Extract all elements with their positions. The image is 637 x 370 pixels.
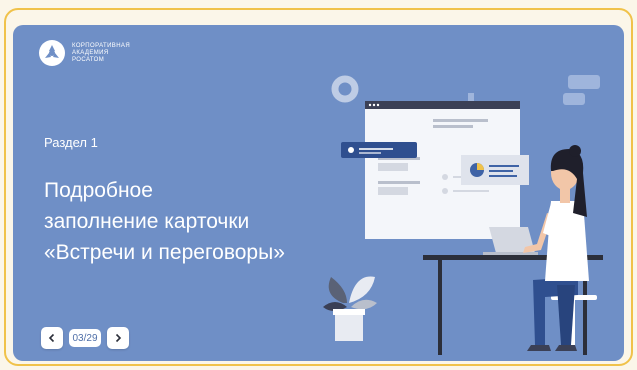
decor-chip <box>568 75 600 89</box>
illustration <box>323 75 603 355</box>
academy-logo: КОРПОРАТИВНАЯ АКАДЕМИЯ РОСАТОМ <box>39 40 130 66</box>
logo-line-3: РОСАТОМ <box>72 56 105 63</box>
rosatom-logo-icon <box>39 40 65 66</box>
popup-card-illustration <box>341 142 417 158</box>
course-slide: КОРПОРАТИВНАЯ АКАДЕМИЯ РОСАТОМ Раздел 1 … <box>13 25 624 361</box>
logo-line-1: КОРПОРАТИВНАЯ <box>72 42 131 49</box>
next-slide-button[interactable] <box>107 327 129 349</box>
decor-chip <box>563 93 585 105</box>
logo-line-2: АКАДЕМИЯ <box>72 49 109 56</box>
chevron-left-icon <box>48 333 55 343</box>
page-indicator: 03/29 <box>69 329 101 347</box>
logo-text: КОРПОРАТИВНАЯ АКАДЕМИЯ РОСАТОМ <box>72 43 130 64</box>
plant-illustration <box>323 276 377 341</box>
chart-card-illustration <box>461 155 529 185</box>
decor-ring <box>331 75 359 103</box>
previous-slide-button[interactable] <box>41 327 63 349</box>
slide-navigation: 03/29 <box>41 327 129 349</box>
section-label: Раздел 1 <box>44 135 98 150</box>
chevron-right-icon <box>115 333 122 343</box>
window-titlebar <box>365 101 520 109</box>
